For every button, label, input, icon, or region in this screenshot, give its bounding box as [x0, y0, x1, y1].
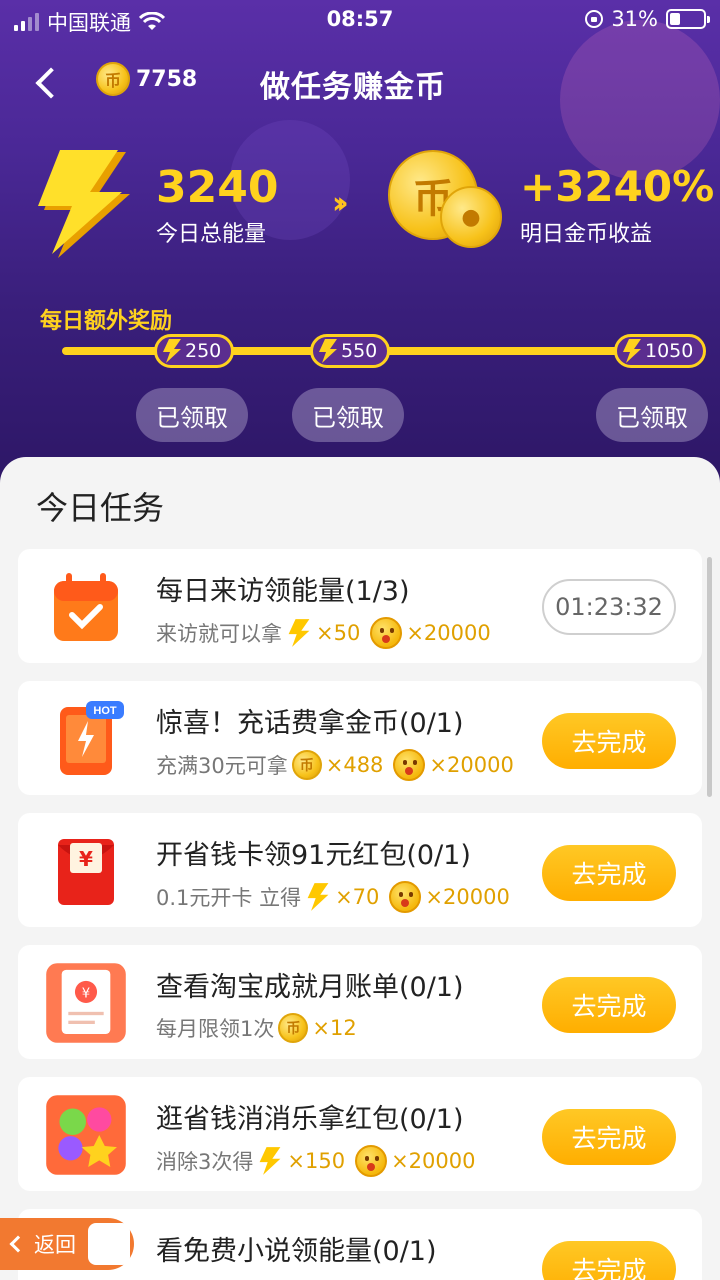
- complete-task-button[interactable]: 去完成: [542, 713, 676, 769]
- task-card: ¥ 查看淘宝成就月账单(0/1) 每月限领1次 币 ×12 去完成: [18, 945, 702, 1059]
- bolt-icon: [319, 339, 337, 363]
- bonus-title: 每日额外奖励: [40, 309, 173, 334]
- red-envelope-icon: ¥: [58, 839, 114, 905]
- gold-face-icon: [370, 617, 403, 649]
- back-button[interactable]: [26, 64, 66, 104]
- task-card: 每日来访领能量(1/3) 来访就可以拿 ×50 ×20000 01:23:32: [18, 549, 702, 663]
- section-title: 今日任务: [36, 489, 165, 527]
- battery-percent: 31%: [611, 7, 658, 31]
- arrow-icon: ››: [332, 186, 348, 221]
- task-desc: 0.1元开卡 立得 ×70 ×20000: [156, 881, 516, 913]
- energy-bolt-icon: [307, 883, 329, 911]
- task-name: 每日来访领能量(1/3): [156, 576, 410, 607]
- hot-badge: HOT: [93, 705, 117, 717]
- milestone-550: 550: [310, 334, 391, 368]
- complete-task-button[interactable]: 去完成: [542, 1241, 676, 1280]
- income-value: +3240%: [520, 162, 715, 211]
- claimed-badge: 已领取: [136, 388, 248, 442]
- floating-back-button[interactable]: 返回: [0, 1218, 134, 1270]
- orientation-lock-icon: [585, 10, 604, 28]
- match-game-icon: [46, 1095, 126, 1175]
- monthly-bill-icon: ¥: [46, 963, 126, 1043]
- battery-icon: [666, 9, 710, 29]
- task-desc: 充满30元可拿 币 ×488 ×20000: [156, 749, 520, 781]
- gold-face-icon: [355, 1145, 388, 1177]
- svg-text:¥: ¥: [82, 986, 90, 1001]
- status-right: 31%: [585, 7, 710, 31]
- task-card: ¥ 开省钱卡领91元红包(0/1) 0.1元开卡 立得 ×70 ×20000 去…: [18, 813, 702, 927]
- energy-label: 今日总能量: [156, 222, 267, 247]
- task-desc: 每月限领1次 币 ×12: [156, 1013, 363, 1043]
- milestone-1050: 1050: [614, 334, 707, 368]
- task-desc: 消除3次得 ×150 ×20000: [156, 1145, 481, 1177]
- task-desc: 来访就可以拿 ×50 ×20000: [156, 617, 497, 649]
- task-name: 开省钱卡领91元红包(0/1): [156, 840, 471, 871]
- hero-banner: 中国联通 08:57 31% 币 7758 做任务赚金币 3240 今日总能量 …: [0, 0, 720, 500]
- income-label: 明日金币收益: [520, 222, 653, 247]
- calendar-check-icon: [54, 573, 118, 641]
- bolt-icon: [163, 339, 181, 363]
- coin-balance[interactable]: 币 7758: [96, 62, 197, 96]
- coin-icon: 币: [291, 750, 322, 780]
- nav-bar: 币 7758 做任务赚金币: [0, 52, 720, 112]
- milestone-250: 250: [154, 334, 235, 368]
- task-panel: 今日任务 每日来访领能量(1/3) 来访就可以拿 ×50 ×20000 01:2…: [0, 457, 720, 1280]
- bolt-icon: [623, 339, 641, 363]
- energy-bolt-icon: [38, 150, 130, 258]
- energy-bolt-icon: [259, 1147, 281, 1175]
- claimed-badge: 已领取: [292, 388, 404, 442]
- task-card: 逛省钱消消乐拿红包(0/1) 消除3次得 ×150 ×20000 去完成: [18, 1077, 702, 1191]
- task-name: 看免费小说领能量(0/1): [156, 1236, 437, 1267]
- gold-face-icon: [393, 749, 426, 781]
- taobao-mascot-icon: [88, 1223, 130, 1265]
- task-name: 查看淘宝成就月账单(0/1): [156, 972, 464, 1003]
- page-title: 做任务赚金币: [260, 70, 446, 105]
- energy-bolt-icon: [288, 619, 310, 647]
- coin-icon: 币: [96, 62, 130, 96]
- phone-recharge-icon: HOT: [60, 701, 124, 775]
- status-bar: 中国联通 08:57 31%: [0, 0, 720, 40]
- task-name: 逛省钱消消乐拿红包(0/1): [156, 1104, 464, 1135]
- chevron-left-icon: [9, 1235, 27, 1253]
- svg-text:¥: ¥: [79, 847, 93, 871]
- task-name: 惊喜！充话费拿金币(0/1): [156, 708, 464, 739]
- scrollbar[interactable]: [707, 557, 712, 797]
- complete-task-button[interactable]: 去完成: [542, 845, 676, 901]
- gold-face-icon: [389, 881, 422, 913]
- task-card: HOT 惊喜！充话费拿金币(0/1) 充满30元可拿 币 ×488 ×20000…: [18, 681, 702, 795]
- complete-task-button[interactable]: 去完成: [542, 977, 676, 1033]
- complete-task-button[interactable]: 去完成: [542, 1109, 676, 1165]
- countdown-timer: 01:23:32: [542, 579, 676, 635]
- coin-icon: 币: [278, 1013, 309, 1043]
- energy-total: 3240: [156, 162, 279, 213]
- claimed-badge: 已领取: [596, 388, 708, 442]
- coin-balance-value: 7758: [136, 66, 198, 92]
- coins-stack-icon: 币 ●: [388, 150, 508, 260]
